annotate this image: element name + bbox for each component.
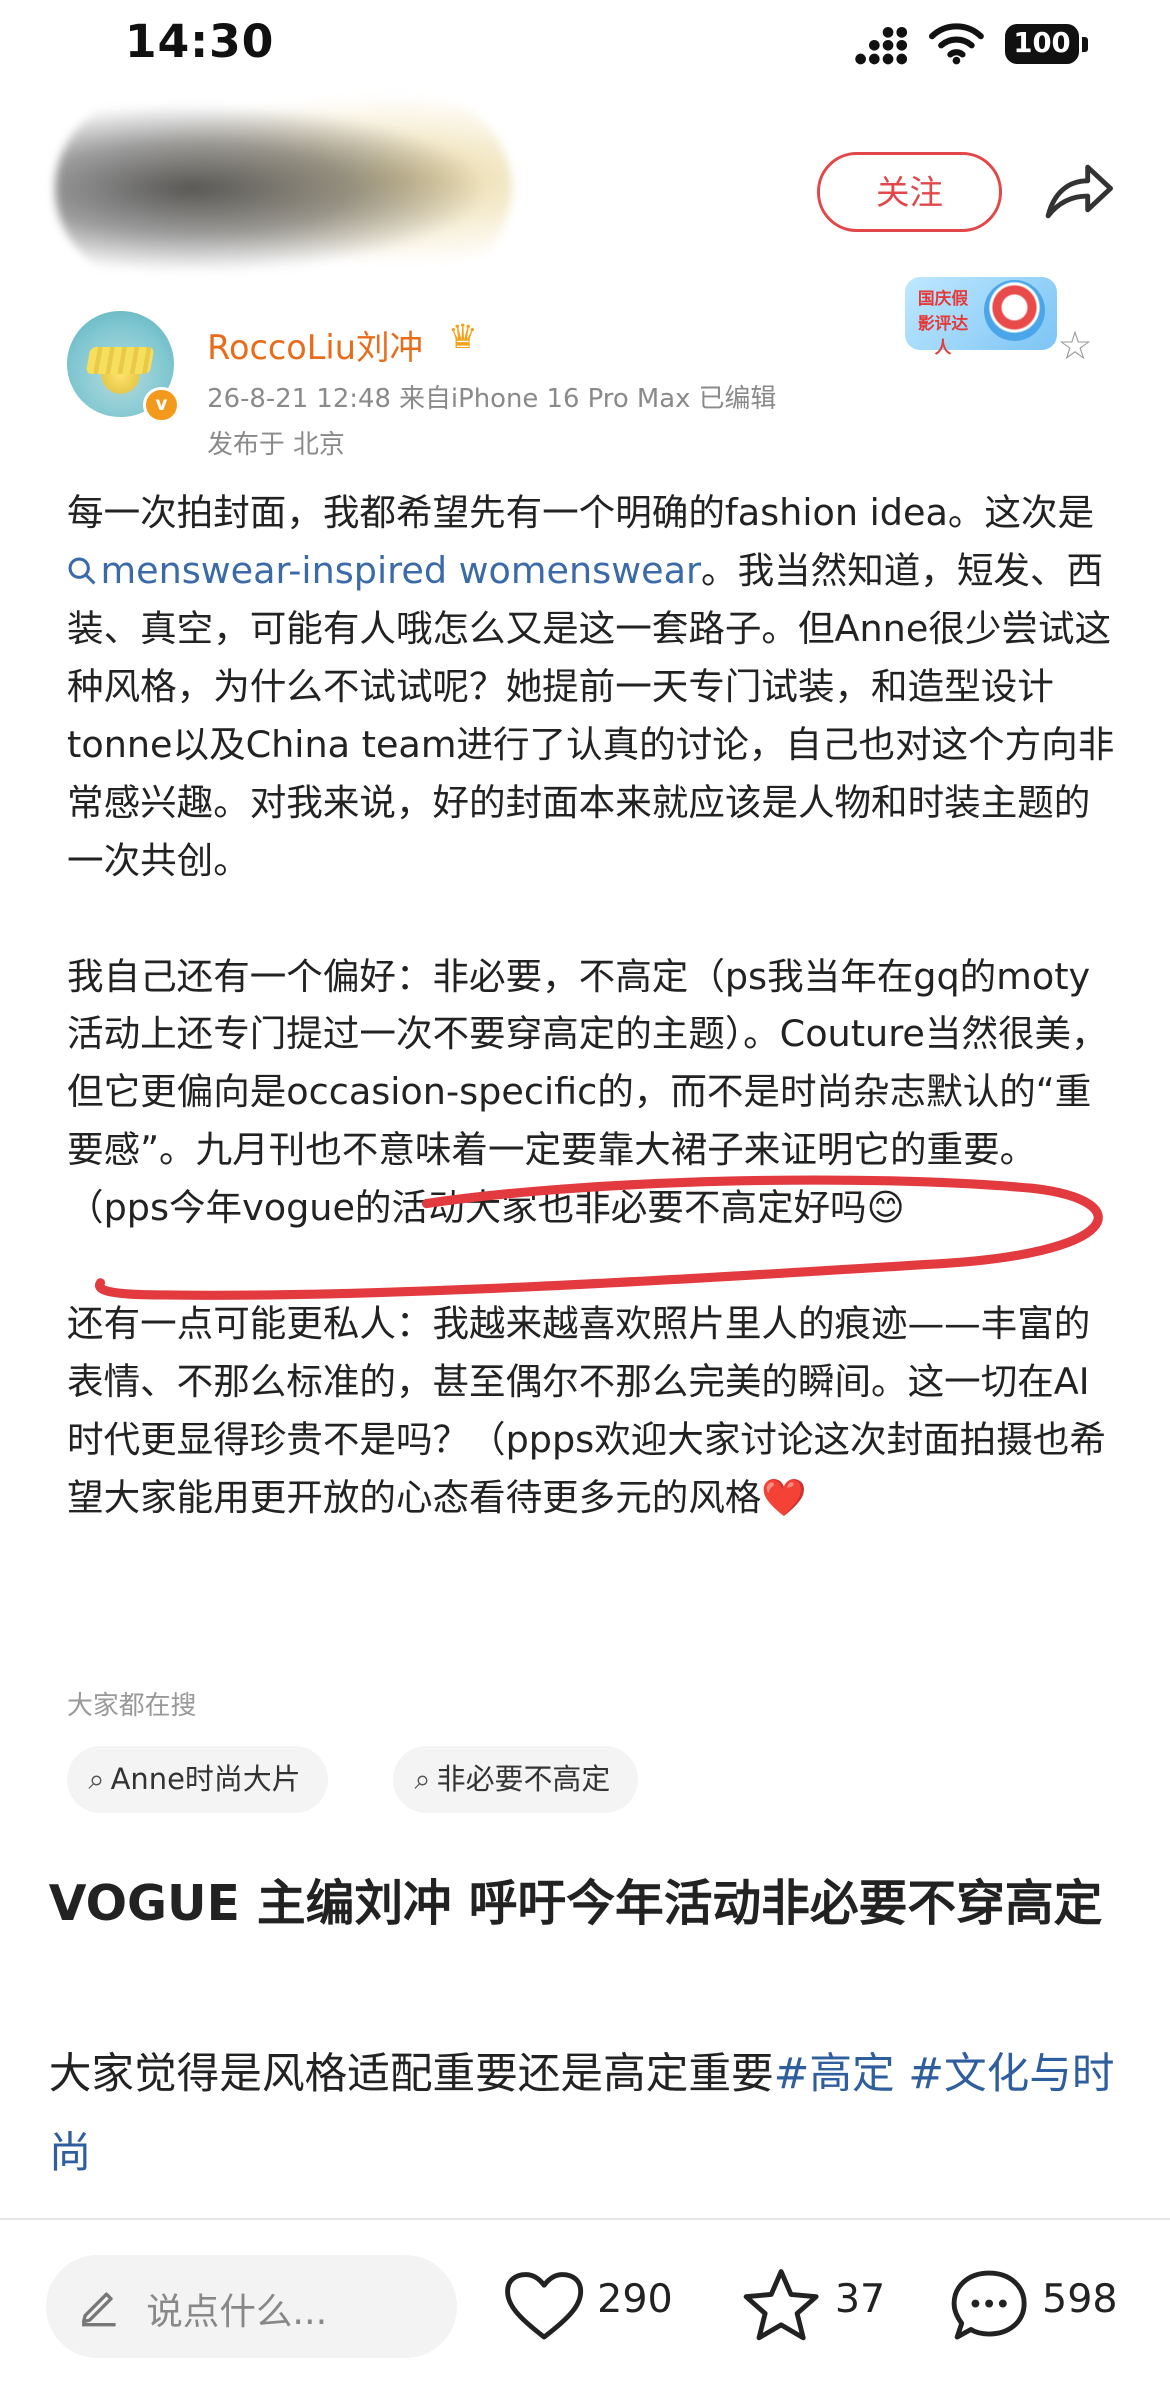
- comment-icon[interactable]: [948, 2267, 1030, 2346]
- article-description: 大家觉得是风格适配重要还是高定重要#高定 #文化与时尚: [49, 2035, 1131, 2193]
- favorite-count: 37: [834, 2275, 886, 2322]
- battery-icon: 100: [1005, 24, 1079, 64]
- paragraph-3-text: 还有一点可能更私人：我越来越喜欢照片里人的痕迹——丰富的表情、不那么标准的，甚至…: [67, 1301, 1106, 1519]
- article-description-text: 大家觉得是风格适配重要还是高定重要: [48, 2049, 774, 2100]
- post-content: 每一次拍封面，我都希望先有一个明确的fashion idea。这次是 mensw…: [67, 484, 1115, 1526]
- post-location: 发布于 北京: [207, 429, 345, 460]
- paragraph-3: 还有一点可能更私人：我越来越喜欢照片里人的痕迹——丰富的表情、不那么标准的，甚至…: [67, 1295, 1115, 1527]
- paragraph-1-end: 。我当然知道，短发、西装、真空，可能有人哦怎么又是这一套路子。但Anne很少尝试…: [67, 549, 1115, 882]
- search-chip-label: Anne时尚大片: [110, 1761, 301, 1796]
- mascot-icon: [984, 280, 1046, 342]
- article-headline[interactable]: VOGUE 主编刘冲 呼吁今年活动非必要不穿高定: [49, 1865, 1131, 1944]
- trending-search-label: 大家都在搜: [67, 1690, 197, 1721]
- star-icon[interactable]: ☆: [1057, 323, 1093, 369]
- heart-icon[interactable]: [503, 2270, 585, 2343]
- status-time: 14:30: [124, 15, 275, 69]
- follow-button[interactable]: 关注: [816, 152, 1003, 232]
- search-chip-label: 非必要不高定: [436, 1761, 611, 1796]
- hashtag[interactable]: #高定: [774, 2049, 895, 2099]
- search-icon: [68, 557, 96, 585]
- star-icon[interactable]: [740, 2267, 822, 2343]
- battery-tip: [1081, 36, 1088, 52]
- search-icon: ⌕: [414, 1761, 431, 1796]
- weibo-post-screen: { "status_bar": { "time": "14:30", "batt…: [0, 0, 1170, 2395]
- blurred-header-name: [54, 97, 512, 281]
- comment-count: 598: [1042, 2275, 1118, 2322]
- search-chip[interactable]: ⌕ Anne时尚大片: [67, 1745, 329, 1813]
- signal-icon: [855, 27, 908, 65]
- comment-placeholder: 说点什么...: [146, 2290, 328, 2334]
- share-icon[interactable]: [1042, 158, 1115, 225]
- author-name[interactable]: RoccoLiu刘冲: [207, 320, 423, 369]
- pencil-icon: [82, 2292, 116, 2327]
- search-chip[interactable]: ⌕ 非必要不高定: [393, 1745, 638, 1813]
- search-icon: ⌕: [88, 1761, 105, 1796]
- like-count: 290: [597, 2275, 673, 2322]
- wifi-icon: [929, 23, 985, 65]
- avatar-pattern: [85, 347, 155, 375]
- bottom-divider: [0, 2218, 1170, 2220]
- paragraph-1-start: 每一次拍封面，我都希望先有一个明确的fashion idea。这次是: [67, 491, 1095, 535]
- paragraph-1: 每一次拍封面，我都希望先有一个明确的fashion idea。这次是 mensw…: [67, 484, 1115, 889]
- topic-link[interactable]: menswear-inspired womenswear: [67, 549, 701, 592]
- crown-icon: ♛: [447, 316, 478, 356]
- verified-badge: v: [143, 386, 180, 424]
- post-meta: 26-8-21 12:48 来自iPhone 16 Pro Max 已编辑: [207, 383, 777, 414]
- red-annotation-stroke: [95, 1175, 1103, 1300]
- heart-emoji: ❤️: [761, 1475, 807, 1519]
- topic-link-text: menswear-inspired womenswear: [100, 549, 702, 593]
- event-badge-label: 国庆假影评达人: [917, 288, 969, 358]
